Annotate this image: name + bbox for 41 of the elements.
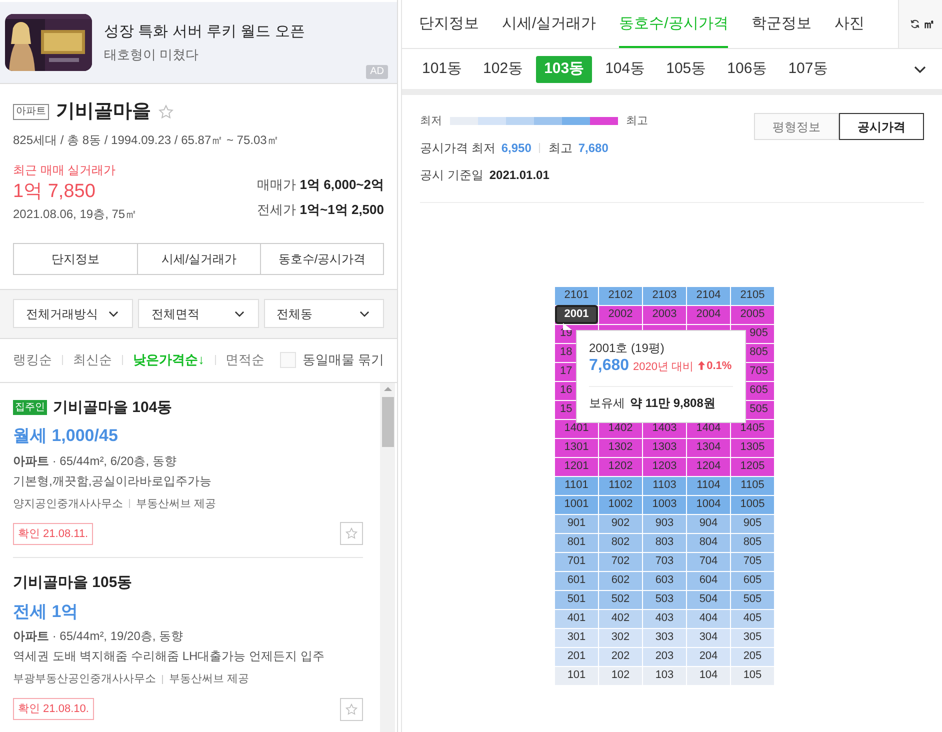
listing-spec: 아파트 · 65/44m², 19/20층, 동향 bbox=[13, 628, 184, 645]
legend-low-label: 최저 bbox=[420, 114, 442, 129]
tooltip-unit: 2001호 (19평) bbox=[589, 340, 666, 356]
tooltip-change: 0.1% bbox=[698, 356, 732, 376]
agent-name: 부광부동산공인중개사사무소 bbox=[13, 672, 156, 687]
listing-price: 월세 1,000/45 bbox=[13, 425, 119, 447]
price-low-value: 6,950 bbox=[501, 140, 532, 156]
price-low-label: 공시가격 최저 bbox=[420, 140, 496, 156]
listing-price: 전세 1억 bbox=[13, 600, 80, 622]
recent-label: 최근 매매 실거래가 bbox=[13, 162, 117, 178]
price-high-value: 7,680 bbox=[578, 140, 608, 156]
provider-label: 부동산써브 제공 bbox=[136, 496, 216, 512]
listing-title: 기비골마을 104동 bbox=[53, 398, 172, 418]
complex-summary: 825세대 / 총 8동 / 1994.09.23 / 65.87㎡ ~ 75.03㎡ bbox=[13, 132, 280, 148]
confirmed-badge: 확인 21.08.11. bbox=[13, 522, 94, 544]
agent-name: 양지공인중개사사무소 bbox=[13, 496, 123, 512]
owner-badge: 집주인 bbox=[13, 400, 47, 416]
complex-name: 기비골마을 bbox=[56, 100, 151, 124]
type-tag: 아파트 bbox=[13, 104, 49, 120]
checkbox-label: 동일매물 묶기 bbox=[302, 351, 384, 370]
ad-badge: AD bbox=[366, 65, 388, 79]
price-high-label: 최고 bbox=[548, 140, 572, 156]
tax-value: 약 11만 9,808원 bbox=[630, 395, 716, 411]
listing-description: 역세권 도배 벽지해줌 수리해줌 LH대출가능 언제든지 입주 bbox=[13, 648, 326, 665]
recent-price: 1억 7,850 bbox=[13, 180, 96, 204]
provider-label: 부동산써브 제공 bbox=[169, 672, 250, 687]
ad-title: 성장 특화 서버 루키 월드 오픈 bbox=[104, 22, 305, 42]
basis-date: 2021.01.01 bbox=[489, 166, 550, 184]
listing-description: 기본형,깨끗함,공실이라바로입주가능 bbox=[13, 472, 213, 490]
price-range: 매매가 1억 6,000~2억 bbox=[257, 176, 384, 194]
tooltip-change-label: 2020년 대비 bbox=[633, 360, 694, 375]
tax-label: 보유세 bbox=[589, 395, 625, 411]
tooltip-price: 7,680 bbox=[589, 356, 630, 376]
basis-label: 공시 기준일 bbox=[420, 166, 484, 184]
listing-title: 기비골마을 105동 bbox=[13, 573, 132, 593]
recent-detail: 2021.08.06, 19층, 75㎡ bbox=[13, 206, 138, 222]
legend-high-label: 최고 bbox=[626, 114, 648, 129]
price-range: 전세가 1억~1억 2,500 bbox=[257, 201, 384, 219]
ad-subtitle: 태호형이 미쳤다 bbox=[104, 46, 200, 64]
confirmed-badge: 확인 21.08.10. bbox=[13, 698, 94, 720]
listing-spec: 아파트 · 65/44m², 6/20층, 동향 bbox=[13, 452, 178, 470]
